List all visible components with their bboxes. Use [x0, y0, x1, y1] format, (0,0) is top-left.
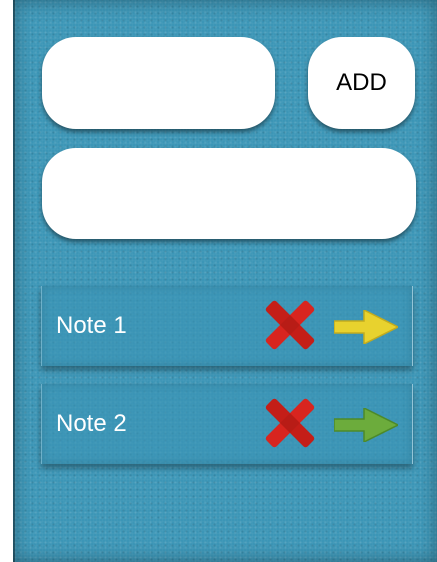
note-item[interactable]: Note 1 — [41, 286, 413, 366]
arrow-right-icon[interactable] — [334, 408, 398, 442]
arrow-right-icon[interactable] — [334, 310, 398, 344]
arrow-shape — [334, 310, 398, 344]
notes-app: ADD Note 1 Note 2 — [13, 0, 437, 562]
delete-x-icon[interactable] — [259, 294, 321, 356]
note-label: Note 1 — [56, 312, 127, 339]
delete-x-icon[interactable] — [259, 392, 321, 454]
note-body-input[interactable] — [42, 148, 416, 239]
arrow-shape — [334, 408, 398, 442]
add-button[interactable]: ADD — [308, 37, 415, 129]
note-title-input[interactable] — [42, 37, 275, 129]
note-item[interactable]: Note 2 — [41, 384, 413, 464]
note-label: Note 2 — [56, 410, 127, 437]
